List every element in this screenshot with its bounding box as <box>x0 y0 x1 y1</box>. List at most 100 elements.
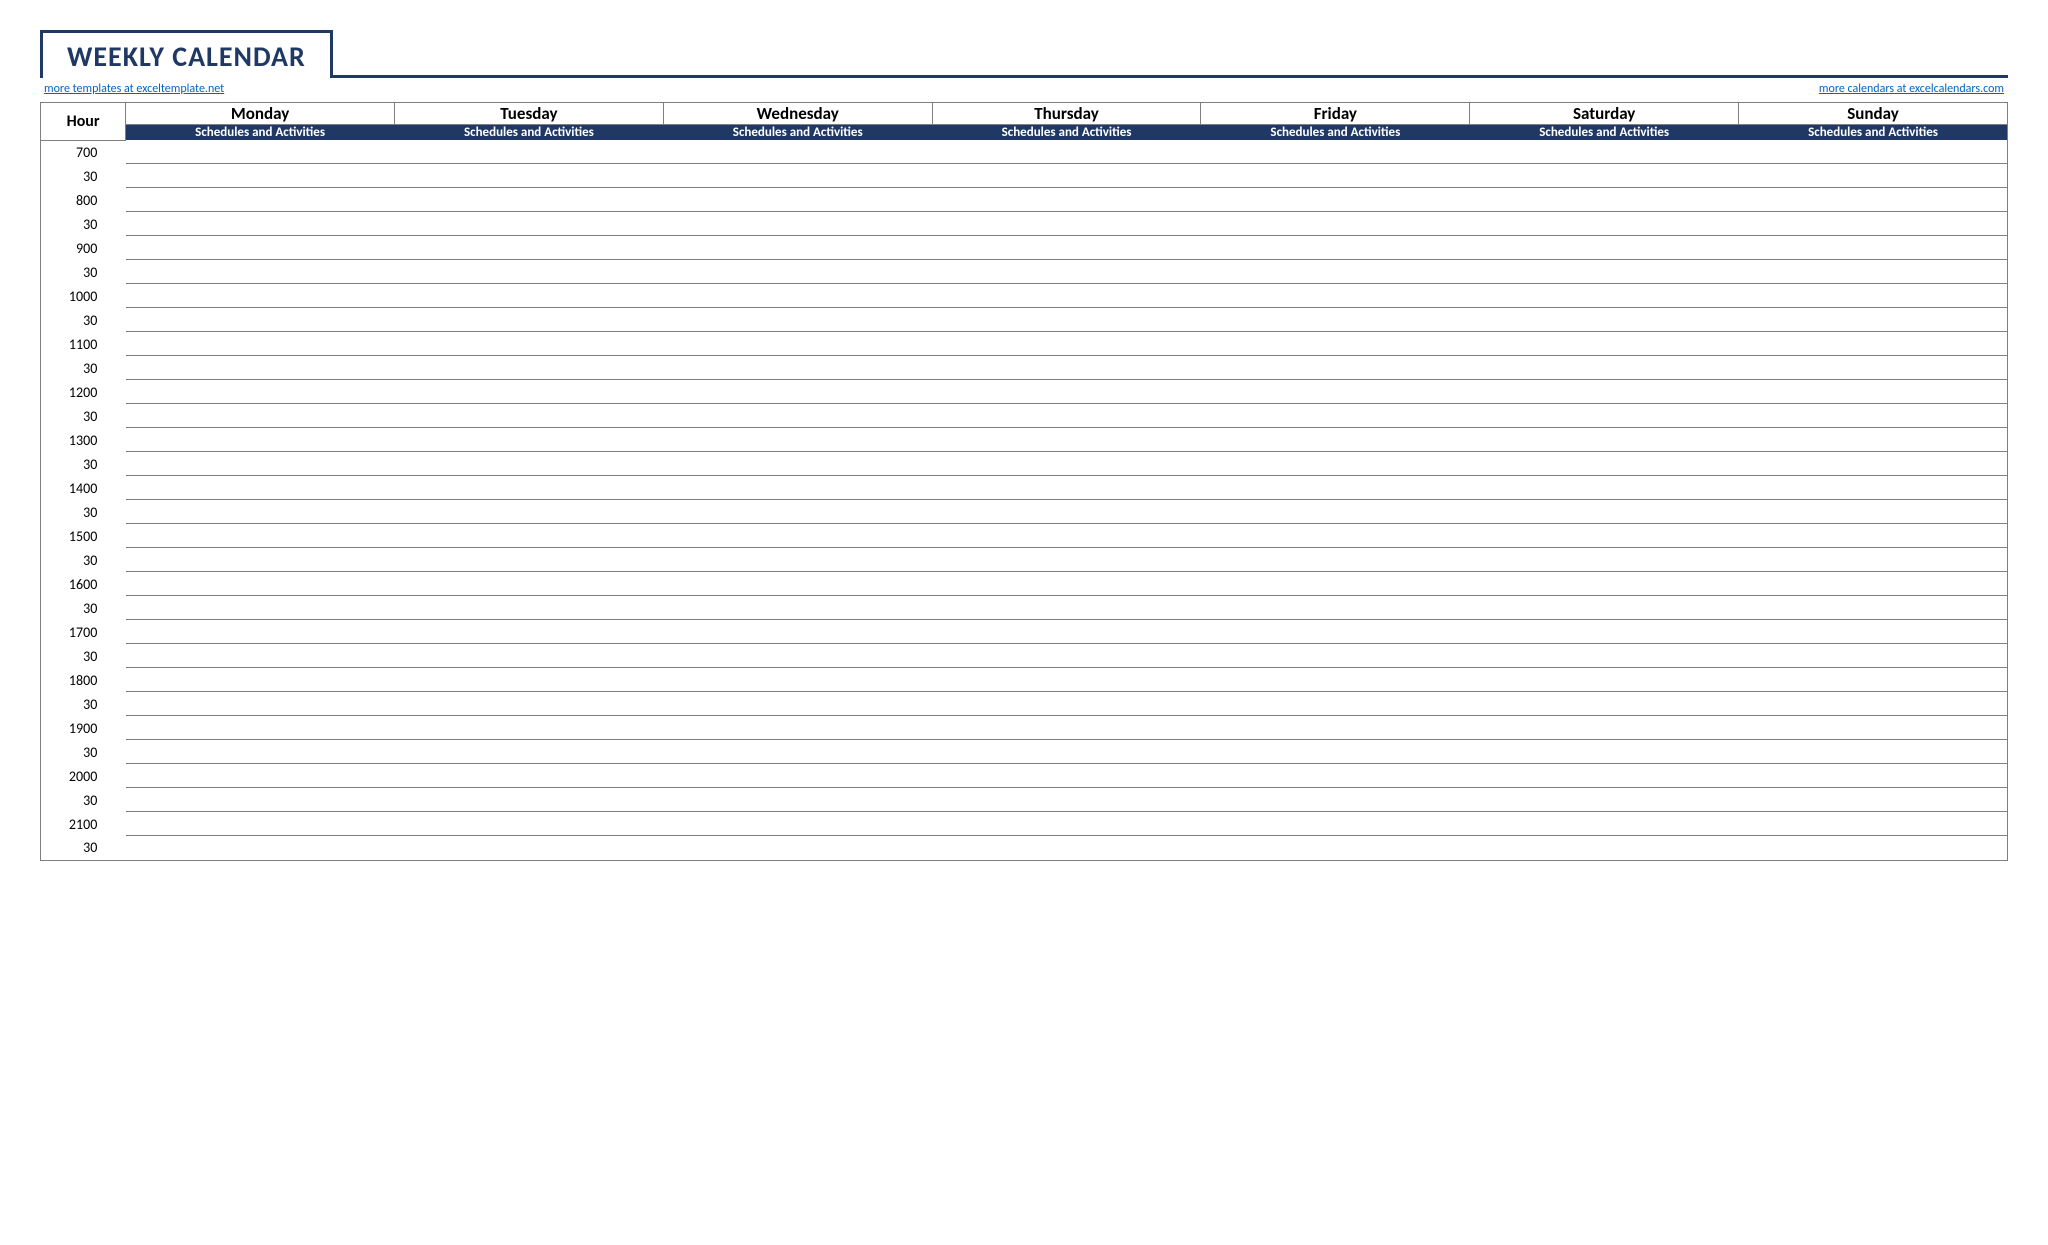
schedule-cell[interactable] <box>1201 476 1470 500</box>
schedule-cell[interactable] <box>932 212 1201 236</box>
schedule-cell[interactable] <box>932 356 1201 380</box>
schedule-cell[interactable] <box>1201 284 1470 308</box>
schedule-cell[interactable] <box>395 812 664 836</box>
schedule-cell[interactable] <box>395 572 664 596</box>
schedule-cell[interactable] <box>932 164 1201 188</box>
schedule-cell[interactable] <box>126 356 395 380</box>
schedule-cell[interactable] <box>1739 596 2008 620</box>
link-more-calendars[interactable]: more calendars at excelcalendars.com <box>1819 82 2004 96</box>
schedule-cell[interactable] <box>663 836 932 860</box>
schedule-cell[interactable] <box>932 668 1201 692</box>
schedule-cell[interactable] <box>1201 788 1470 812</box>
schedule-cell[interactable] <box>126 692 395 716</box>
schedule-cell[interactable] <box>932 332 1201 356</box>
schedule-cell[interactable] <box>395 764 664 788</box>
schedule-cell[interactable] <box>126 668 395 692</box>
schedule-cell[interactable] <box>395 260 664 284</box>
schedule-cell[interactable] <box>932 404 1201 428</box>
schedule-cell[interactable] <box>126 500 395 524</box>
schedule-cell[interactable] <box>932 812 1201 836</box>
schedule-cell[interactable] <box>1739 788 2008 812</box>
schedule-cell[interactable] <box>1739 476 2008 500</box>
schedule-cell[interactable] <box>1470 836 1739 860</box>
schedule-cell[interactable] <box>1739 332 2008 356</box>
schedule-cell[interactable] <box>1470 476 1739 500</box>
schedule-cell[interactable] <box>395 692 664 716</box>
schedule-cell[interactable] <box>395 668 664 692</box>
schedule-cell[interactable] <box>1470 764 1739 788</box>
schedule-cell[interactable] <box>663 428 932 452</box>
schedule-cell[interactable] <box>126 140 395 164</box>
schedule-cell[interactable] <box>663 356 932 380</box>
schedule-cell[interactable] <box>1470 596 1739 620</box>
schedule-cell[interactable] <box>1739 188 2008 212</box>
schedule-cell[interactable] <box>932 380 1201 404</box>
schedule-cell[interactable] <box>1201 164 1470 188</box>
schedule-cell[interactable] <box>395 500 664 524</box>
schedule-cell[interactable] <box>1739 212 2008 236</box>
schedule-cell[interactable] <box>1201 620 1470 644</box>
schedule-cell[interactable] <box>126 284 395 308</box>
schedule-cell[interactable] <box>932 692 1201 716</box>
schedule-cell[interactable] <box>1470 140 1739 164</box>
schedule-cell[interactable] <box>395 716 664 740</box>
schedule-cell[interactable] <box>1739 260 2008 284</box>
schedule-cell[interactable] <box>1470 524 1739 548</box>
schedule-cell[interactable] <box>1739 380 2008 404</box>
schedule-cell[interactable] <box>1201 500 1470 524</box>
schedule-cell[interactable] <box>932 764 1201 788</box>
schedule-cell[interactable] <box>1470 308 1739 332</box>
schedule-cell[interactable] <box>932 140 1201 164</box>
schedule-cell[interactable] <box>1739 620 2008 644</box>
schedule-cell[interactable] <box>1201 380 1470 404</box>
schedule-cell[interactable] <box>1739 572 2008 596</box>
schedule-cell[interactable] <box>126 620 395 644</box>
schedule-cell[interactable] <box>395 332 664 356</box>
schedule-cell[interactable] <box>1201 212 1470 236</box>
schedule-cell[interactable] <box>395 596 664 620</box>
schedule-cell[interactable] <box>126 644 395 668</box>
schedule-cell[interactable] <box>1739 668 2008 692</box>
schedule-cell[interactable] <box>932 836 1201 860</box>
schedule-cell[interactable] <box>395 452 664 476</box>
schedule-cell[interactable] <box>1201 356 1470 380</box>
schedule-cell[interactable] <box>932 596 1201 620</box>
schedule-cell[interactable] <box>395 140 664 164</box>
schedule-cell[interactable] <box>126 812 395 836</box>
schedule-cell[interactable] <box>395 836 664 860</box>
schedule-cell[interactable] <box>1470 620 1739 644</box>
link-more-templates[interactable]: more templates at exceltemplate.net <box>44 82 224 96</box>
schedule-cell[interactable] <box>663 236 932 260</box>
schedule-cell[interactable] <box>395 164 664 188</box>
schedule-cell[interactable] <box>1201 764 1470 788</box>
schedule-cell[interactable] <box>1739 452 2008 476</box>
schedule-cell[interactable] <box>932 620 1201 644</box>
schedule-cell[interactable] <box>1739 404 2008 428</box>
schedule-cell[interactable] <box>1470 548 1739 572</box>
schedule-cell[interactable] <box>663 596 932 620</box>
schedule-cell[interactable] <box>126 716 395 740</box>
schedule-cell[interactable] <box>932 788 1201 812</box>
schedule-cell[interactable] <box>932 236 1201 260</box>
schedule-cell[interactable] <box>395 524 664 548</box>
schedule-cell[interactable] <box>663 188 932 212</box>
schedule-cell[interactable] <box>126 596 395 620</box>
schedule-cell[interactable] <box>663 548 932 572</box>
schedule-cell[interactable] <box>395 620 664 644</box>
schedule-cell[interactable] <box>663 380 932 404</box>
schedule-cell[interactable] <box>1739 284 2008 308</box>
schedule-cell[interactable] <box>663 140 932 164</box>
schedule-cell[interactable] <box>1470 332 1739 356</box>
schedule-cell[interactable] <box>395 740 664 764</box>
schedule-cell[interactable] <box>1201 524 1470 548</box>
schedule-cell[interactable] <box>1470 812 1739 836</box>
schedule-cell[interactable] <box>1201 644 1470 668</box>
schedule-cell[interactable] <box>663 500 932 524</box>
schedule-cell[interactable] <box>1201 236 1470 260</box>
schedule-cell[interactable] <box>1739 836 2008 860</box>
schedule-cell[interactable] <box>1470 788 1739 812</box>
schedule-cell[interactable] <box>1470 356 1739 380</box>
schedule-cell[interactable] <box>1201 596 1470 620</box>
schedule-cell[interactable] <box>126 332 395 356</box>
schedule-cell[interactable] <box>395 212 664 236</box>
